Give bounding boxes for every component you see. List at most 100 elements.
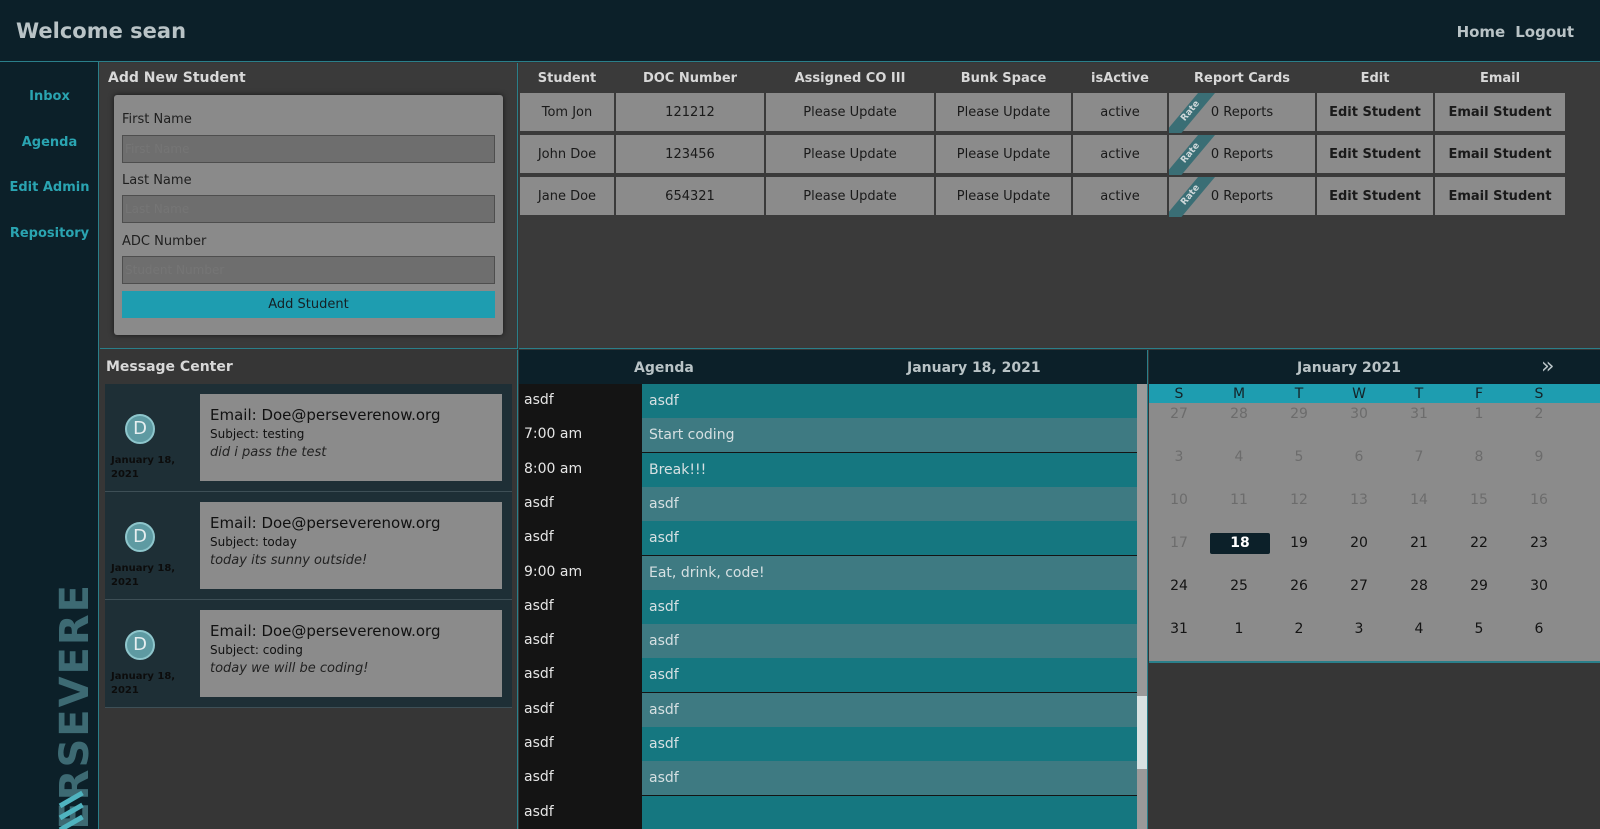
agenda-event[interactable]: asdf bbox=[642, 727, 1137, 761]
message-item[interactable]: D January 18, 2021 Email: Doe@perseverenow… bbox=[105, 492, 512, 600]
calendar-day[interactable]: 18 bbox=[1210, 533, 1270, 554]
svg-text:PERSEVERE: PERSEVERE bbox=[52, 583, 94, 829]
weekday-label: W bbox=[1352, 386, 1366, 402]
agenda-scroll-thumb[interactable] bbox=[1137, 696, 1147, 769]
calendar-day[interactable]: 3 bbox=[1149, 449, 1209, 465]
email-student-button[interactable]: Email Student bbox=[1434, 134, 1566, 174]
agenda-event[interactable]: asdf bbox=[642, 624, 1137, 659]
sidebar-item-edit-admin[interactable]: Edit Admin bbox=[0, 180, 99, 195]
message-card[interactable]: Email: Doe@perseverenow.org Subject: test… bbox=[200, 394, 502, 481]
agenda-event[interactable]: Break!!! bbox=[642, 452, 1137, 487]
edit-student-button[interactable]: Edit Student bbox=[1316, 92, 1434, 132]
calendar-day[interactable]: 28 bbox=[1209, 406, 1269, 422]
calendar-day[interactable]: 1 bbox=[1449, 406, 1509, 422]
rate-label: Rate bbox=[1169, 93, 1217, 133]
table-cell-active: active bbox=[1072, 176, 1168, 216]
email-student-button[interactable]: Email Student bbox=[1434, 176, 1566, 216]
calendar-day[interactable]: 1 bbox=[1209, 621, 1269, 637]
message-item[interactable]: D January 18, 2021 Email: Doe@perseverenow… bbox=[105, 600, 512, 708]
calendar-day[interactable]: 4 bbox=[1209, 449, 1269, 465]
rate-ribbon[interactable]: Rate bbox=[1169, 135, 1217, 175]
calendar-day[interactable]: 26 bbox=[1269, 578, 1329, 594]
agenda-event[interactable]: asdf bbox=[642, 761, 1137, 796]
calendar-day[interactable]: 13 bbox=[1329, 492, 1389, 508]
students-table: Student DOC Number Assigned CO III Bunk … bbox=[519, 63, 1600, 349]
calendar-day[interactable]: 27 bbox=[1149, 406, 1209, 422]
column-header-active: isActive bbox=[1091, 71, 1149, 86]
message-card[interactable]: Email: Doe@perseverenow.org Subject: toda… bbox=[200, 502, 502, 589]
calendar-day[interactable]: 31 bbox=[1149, 621, 1209, 637]
calendar-day[interactable]: 10 bbox=[1149, 492, 1209, 508]
calendar-day[interactable]: 30 bbox=[1509, 578, 1569, 594]
calendar-day[interactable]: 9 bbox=[1509, 449, 1569, 465]
agenda-event[interactable]: asdf bbox=[642, 692, 1137, 727]
calendar-day[interactable]: 20 bbox=[1329, 535, 1389, 551]
calendar-day[interactable]: 14 bbox=[1389, 492, 1449, 508]
edit-student-button[interactable]: Edit Student bbox=[1316, 134, 1434, 174]
calendar-day[interactable]: 2 bbox=[1509, 406, 1569, 422]
calendar-day[interactable]: 16 bbox=[1509, 492, 1569, 508]
calendar-day[interactable]: 17 bbox=[1149, 535, 1209, 551]
calendar-day[interactable]: 27 bbox=[1329, 578, 1389, 594]
calendar-month-title: January 2021 bbox=[1297, 360, 1401, 376]
calendar-day[interactable]: 7 bbox=[1389, 449, 1449, 465]
calendar-header: January 2021 » bbox=[1149, 350, 1600, 384]
calendar-day[interactable]: 28 bbox=[1389, 578, 1449, 594]
calendar-day[interactable]: 23 bbox=[1509, 535, 1569, 551]
last-name-input[interactable] bbox=[122, 195, 495, 223]
calendar-day[interactable]: 5 bbox=[1269, 449, 1329, 465]
next-month-icon[interactable]: » bbox=[1541, 354, 1554, 379]
agenda-panel: Agenda January 18, 2021 asdf asdf 7:00 am S… bbox=[519, 350, 1148, 829]
agenda-time: asdf bbox=[524, 769, 554, 786]
calendar-day[interactable]: 6 bbox=[1509, 621, 1569, 637]
agenda-event[interactable]: asdf bbox=[642, 589, 1137, 624]
home-link[interactable]: Home bbox=[1457, 23, 1506, 41]
calendar-day[interactable]: 2 bbox=[1269, 621, 1329, 637]
sidebar-item-repository[interactable]: Repository bbox=[0, 226, 99, 241]
email-student-button[interactable]: Email Student bbox=[1434, 92, 1566, 132]
agenda-event[interactable]: Start coding bbox=[642, 418, 1137, 453]
agenda-event[interactable]: asdf bbox=[642, 521, 1137, 556]
calendar-day[interactable]: 29 bbox=[1449, 578, 1509, 594]
sidebar-item-agenda[interactable]: Agenda bbox=[0, 135, 99, 150]
calendar-day[interactable]: 3 bbox=[1329, 621, 1389, 637]
agenda-time: 8:00 am bbox=[524, 460, 583, 477]
calendar-day[interactable]: 4 bbox=[1389, 621, 1449, 637]
calendar-day[interactable]: 24 bbox=[1149, 578, 1209, 594]
agenda-event[interactable]: asdf bbox=[642, 658, 1137, 693]
message-subject: Subject: coding bbox=[210, 643, 303, 657]
agenda-event[interactable]: asdf bbox=[642, 486, 1137, 521]
sidebar-item-inbox[interactable]: Inbox bbox=[0, 89, 99, 104]
rate-ribbon[interactable]: Rate bbox=[1169, 93, 1217, 133]
calendar-day[interactable]: 19 bbox=[1269, 535, 1329, 551]
agenda-event[interactable]: Eat, drink, code! bbox=[642, 555, 1137, 590]
calendar-day[interactable]: 29 bbox=[1269, 406, 1329, 422]
first-name-label: First Name bbox=[122, 112, 192, 127]
calendar-day[interactable]: 15 bbox=[1449, 492, 1509, 508]
calendar-day[interactable]: 8 bbox=[1449, 449, 1509, 465]
calendar-day[interactable]: 31 bbox=[1389, 406, 1449, 422]
first-name-input[interactable] bbox=[122, 135, 495, 163]
logout-link[interactable]: Logout bbox=[1515, 23, 1574, 41]
message-item[interactable]: D January 18, 2021 Email: Doe@perseverenow… bbox=[105, 384, 512, 492]
agenda-time: asdf bbox=[524, 735, 554, 751]
calendar-day[interactable]: 6 bbox=[1329, 449, 1389, 465]
agenda-scrollbar[interactable] bbox=[1137, 384, 1147, 829]
calendar-day[interactable]: 5 bbox=[1449, 621, 1509, 637]
agenda-event[interactable] bbox=[642, 795, 1137, 829]
calendar-day[interactable]: 12 bbox=[1269, 492, 1329, 508]
calendar-day[interactable]: 11 bbox=[1209, 492, 1269, 508]
rate-ribbon[interactable]: Rate bbox=[1169, 177, 1217, 217]
add-student-button[interactable]: Add Student bbox=[122, 291, 495, 318]
message-email: Email: Doe@perseverenow.org bbox=[210, 406, 441, 424]
student-number-input[interactable] bbox=[122, 256, 495, 284]
edit-student-button[interactable]: Edit Student bbox=[1316, 176, 1434, 216]
calendar-day[interactable]: 22 bbox=[1449, 535, 1509, 551]
message-card[interactable]: Email: Doe@perseverenow.org Subject: codi… bbox=[200, 610, 502, 697]
calendar-day[interactable]: 25 bbox=[1209, 578, 1269, 594]
report-count: 0 Reports bbox=[1210, 104, 1274, 120]
weekday-label: F bbox=[1474, 386, 1484, 402]
calendar-day[interactable]: 21 bbox=[1389, 535, 1449, 551]
agenda-event[interactable]: asdf bbox=[642, 384, 1137, 418]
calendar-day[interactable]: 30 bbox=[1329, 406, 1389, 422]
